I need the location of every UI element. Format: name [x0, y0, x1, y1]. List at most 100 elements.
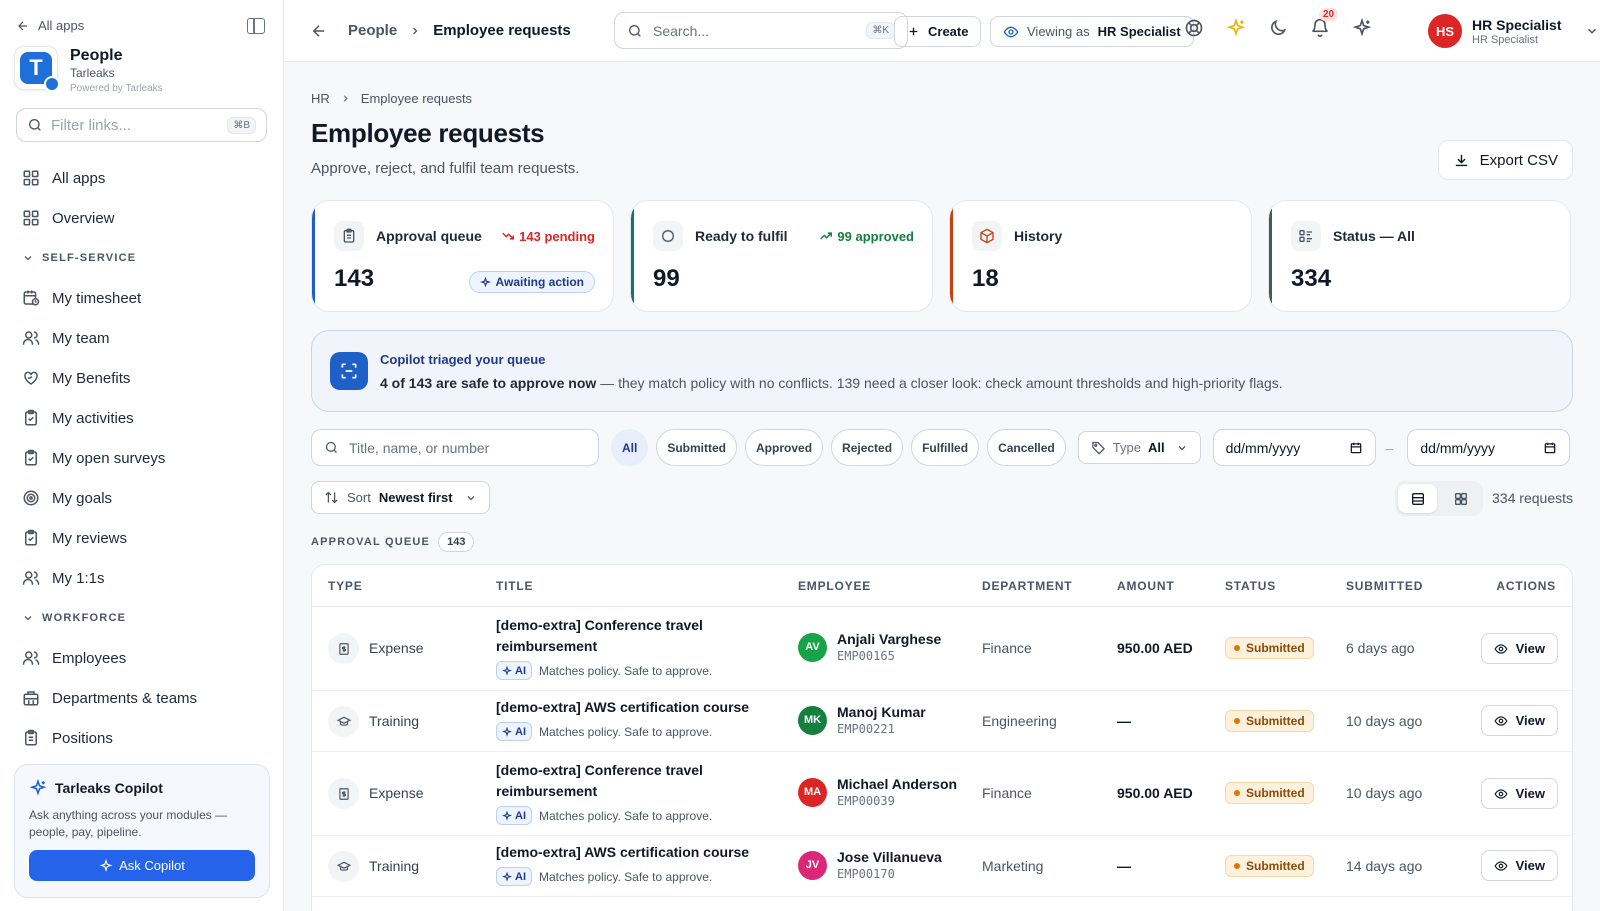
scan-icon: [330, 352, 368, 390]
table-row[interactable]: Expense [demo-extra] Conference travel r…: [312, 607, 1572, 691]
eye-icon: [1494, 715, 1508, 726]
ai-badge-label: AI: [515, 809, 526, 822]
date-from-input[interactable]: dd/mm/yyyy: [1212, 429, 1376, 466]
filter-chip-fulfilled[interactable]: Fulfilled: [911, 429, 980, 466]
col-submitted[interactable]: SUBMITTED: [1346, 579, 1423, 593]
employee-id: EMP00221: [837, 722, 895, 736]
row-type: Training: [369, 713, 420, 729]
col-amount[interactable]: AMOUNT: [1117, 579, 1174, 593]
bell-icon[interactable]: 20: [1310, 8, 1339, 38]
employee-id: EMP00165: [837, 649, 895, 663]
ai-badge: AI: [496, 867, 532, 886]
filter-chip-cancelled[interactable]: Cancelled: [987, 429, 1066, 466]
col-title[interactable]: TITLE: [496, 579, 533, 593]
stat-approval-queue[interactable]: Approval queue 143 pending 143 Awaiting …: [311, 200, 614, 312]
sidebar-item-my-benefits[interactable]: My Benefits: [0, 358, 283, 398]
back-button[interactable]: [310, 22, 328, 45]
sidebar-item-my-open-surveys[interactable]: My open surveys: [0, 438, 283, 478]
row-ai-note: AI Matches policy. Safe to approve.: [496, 867, 712, 886]
stat-status-all[interactable]: Status — All 334: [1268, 200, 1571, 312]
breadcrumb-people[interactable]: People: [348, 22, 397, 39]
row-employee[interactable]: AV Anjali Varghese EMP00165: [798, 631, 941, 663]
row-ai-note: AI Matches policy. Safe to approve.: [496, 661, 712, 680]
sidebar-item-my-1on1s[interactable]: My 1:1s: [0, 558, 283, 598]
table-row[interactable]: Training [demo-extra] AWS certification …: [312, 836, 1572, 897]
help-icon[interactable]: [1184, 18, 1204, 38]
grid-view-button[interactable]: [1441, 484, 1480, 513]
filter-bar: Title, name, or number All Submitted App…: [311, 429, 1571, 466]
sidebar-item-my-timesheet[interactable]: My timesheet: [0, 278, 283, 318]
section-self-service[interactable]: SELF-SERVICE: [0, 238, 283, 278]
sparkle-icon: [479, 276, 491, 288]
ai-sparkle-icon[interactable]: [1352, 18, 1372, 38]
section-workforce[interactable]: WORKFORCE: [0, 598, 283, 638]
row-title[interactable]: [demo-extra] Conference travel reimburse…: [496, 615, 736, 657]
stat-ready-to-fulfil[interactable]: Ready to fulfil 99 approved 99: [630, 200, 933, 312]
viewing-as-button[interactable]: Viewing as HR Specialist: [990, 16, 1194, 47]
moon-icon[interactable]: [1268, 18, 1288, 38]
user-menu[interactable]: HS HR Specialist HR Specialist: [1428, 14, 1599, 48]
sidebar-collapse-icon[interactable]: [247, 17, 265, 34]
filter-chip-approved[interactable]: Approved: [745, 429, 824, 466]
sidebar-item-label: My timesheet: [52, 289, 142, 307]
status-badge: Submitted: [1225, 710, 1314, 732]
row-department: Marketing: [982, 858, 1044, 874]
sidebar-item-positions[interactable]: Positions: [0, 718, 283, 758]
sidebar-item-my-activities[interactable]: My activities: [0, 398, 283, 438]
row-employee[interactable]: JV Jose Villanueva EMP00170: [798, 849, 942, 881]
ask-copilot-button[interactable]: Ask Copilot: [29, 850, 255, 881]
stat-history[interactable]: History 18: [949, 200, 1252, 312]
ai-badge: AI: [496, 722, 532, 741]
type-select[interactable]: Type All: [1077, 431, 1201, 464]
sidebar-item-my-goals[interactable]: My goals: [0, 478, 283, 518]
global-search-input[interactable]: Search... ⌘K: [614, 12, 908, 49]
sparkle-icon[interactable]: [1226, 18, 1246, 38]
arrow-left-icon: [312, 25, 325, 37]
date-to-input[interactable]: dd/mm/yyyy: [1407, 429, 1571, 466]
breadcrumb-hr[interactable]: HR: [311, 91, 330, 106]
col-department[interactable]: DEPARTMENT: [982, 579, 1072, 593]
filter-chip-rejected[interactable]: Rejected: [831, 429, 904, 466]
row-title[interactable]: [demo-extra] AWS certification course: [496, 697, 776, 718]
user-role: HR Specialist: [1472, 33, 1539, 46]
grid-icon: [1454, 492, 1467, 505]
user-name: HR Specialist: [1472, 16, 1562, 33]
table-row[interactable]: Training [demo-extra] AWS certification …: [312, 691, 1572, 752]
all-apps-link[interactable]: All apps: [16, 18, 84, 33]
sidebar-item-overview[interactable]: Overview: [0, 198, 283, 238]
sort-select[interactable]: Sort Newest first: [311, 481, 490, 514]
search-shortcut: ⌘K: [866, 22, 895, 39]
export-csv-button[interactable]: Export CSV: [1437, 140, 1573, 180]
status-text: Submitted: [1246, 641, 1305, 655]
sidebar-item-my-reviews[interactable]: My reviews: [0, 518, 283, 558]
row-title[interactable]: [demo-extra] AWS certification course: [496, 842, 776, 863]
col-type[interactable]: TYPE: [328, 579, 363, 593]
sidebar-item-all-apps[interactable]: All apps: [0, 158, 283, 198]
row-type: Expense: [369, 640, 424, 656]
filter-links-input[interactable]: Filter links... ⌘B: [16, 108, 267, 142]
view-button[interactable]: View: [1480, 778, 1558, 809]
view-button[interactable]: View: [1480, 705, 1558, 736]
row-employee[interactable]: MA Michael Anderson EMP00039: [798, 776, 957, 808]
filter-placeholder: Filter links...: [51, 116, 132, 134]
sidebar-item-departments[interactable]: Departments & teams: [0, 678, 283, 718]
view-label: View: [1515, 786, 1545, 801]
view-button[interactable]: View: [1480, 850, 1558, 881]
table-row[interactable]: Expense [demo-extra] Conference travel r…: [312, 752, 1572, 836]
row-title[interactable]: [demo-extra] Conference travel reimburse…: [496, 760, 736, 802]
sidebar-item-my-team[interactable]: My team: [0, 318, 283, 358]
table-view-button[interactable]: [1398, 484, 1437, 513]
chevron-down-icon: [1588, 28, 1597, 34]
row-submitted: 10 days ago: [1346, 785, 1423, 801]
sidebar-item-employees[interactable]: Employees: [0, 638, 283, 678]
view-button[interactable]: View: [1480, 633, 1558, 664]
filter-chip-all[interactable]: All: [611, 429, 649, 466]
create-button[interactable]: Create: [894, 16, 982, 47]
filter-chip-submitted[interactable]: Submitted: [656, 429, 738, 466]
col-employee[interactable]: EMPLOYEE: [798, 579, 871, 593]
row-employee[interactable]: MK Manoj Kumar EMP00221: [798, 704, 926, 736]
request-search-input[interactable]: Title, name, or number: [311, 429, 599, 466]
stat-value: 18: [972, 265, 999, 292]
arrow-left-icon: [18, 21, 28, 30]
col-status[interactable]: STATUS: [1225, 579, 1276, 593]
